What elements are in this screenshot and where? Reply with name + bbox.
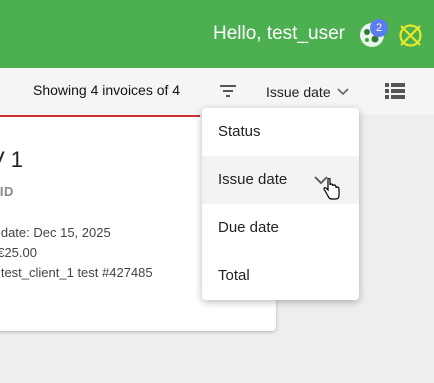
chevron-down-icon [337, 88, 349, 96]
sort-select-label: Issue date [266, 84, 331, 100]
sort-option-label: Total [218, 267, 250, 284]
sort-option-label: Status [218, 123, 261, 140]
sort-select[interactable]: Issue date [266, 81, 349, 103]
hand-cursor-icon [322, 177, 340, 200]
invoice-due-date: e date: Dec 15, 2025 [0, 225, 111, 240]
sort-option-label: Issue date [218, 171, 288, 188]
notification-badge: 2 [370, 19, 388, 37]
sort-option-total[interactable]: Total [202, 252, 359, 300]
sort-option-status[interactable]: Status [202, 108, 359, 156]
sort-menu: Status Issue date Due date Total [202, 108, 359, 300]
filter-icon[interactable] [218, 82, 238, 100]
invoice-status: AID [0, 184, 14, 199]
user-greeting: Hello, test_user [212, 23, 345, 44]
list-view-icon[interactable] [384, 82, 406, 100]
showing-count: Showing 4 invoices of 4 [33, 82, 181, 98]
invoice-amount: : €25.00 [0, 245, 37, 260]
invoice-title: V 1 [0, 147, 24, 172]
invoice-client: t: test_client_1 test #427485 [0, 265, 153, 280]
logout-icon[interactable] [398, 23, 423, 48]
sort-option-due-date[interactable]: Due date [202, 204, 359, 252]
app-header: Hello, test_user 2 [0, 0, 434, 68]
sort-option-label: Due date [218, 219, 279, 236]
